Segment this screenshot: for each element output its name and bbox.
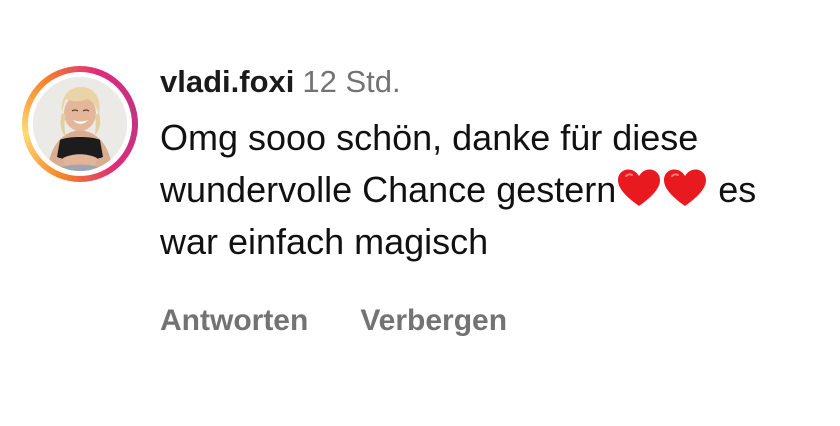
reply-button[interactable]: Antworten (160, 304, 308, 337)
red-heart-icon (616, 168, 662, 208)
comment-actions: Antworten Verbergen (160, 304, 800, 338)
avatar-gap (28, 72, 132, 176)
heart-emojis (616, 164, 708, 216)
story-ring[interactable] (22, 66, 138, 182)
username-link[interactable]: vladi.foxi (160, 64, 294, 99)
avatar[interactable] (33, 77, 127, 171)
avatar-photo (33, 77, 127, 171)
hide-button[interactable]: Verbergen (360, 304, 507, 337)
comment-item: vladi.foxi 12 Std. Omg sooo schön, danke … (0, 0, 840, 426)
comment-body: vladi.foxi 12 Std. Omg sooo schön, danke … (160, 62, 800, 338)
timestamp: 12 Std. (302, 64, 401, 99)
red-heart-icon (662, 168, 708, 208)
comment-header: vladi.foxi 12 Std. (160, 62, 800, 102)
comment-text: Omg sooo schön, danke für diese wundervo… (160, 112, 760, 268)
